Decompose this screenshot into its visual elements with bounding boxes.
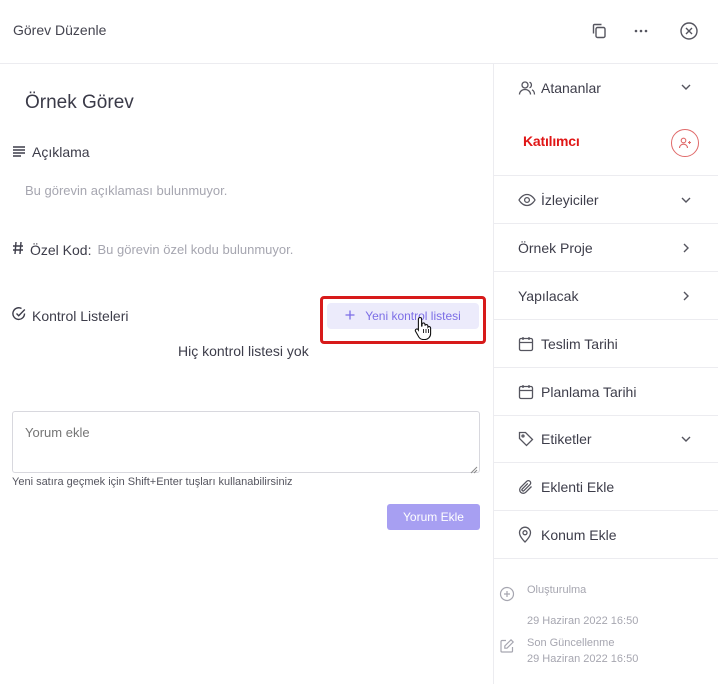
assignees-section: Atananlar [494,64,718,176]
chevron-down-icon [680,194,692,206]
chevron-right-icon [680,242,692,254]
comment-input[interactable] [12,411,480,473]
description-section: Açıklama [12,144,90,160]
attachment-row[interactable]: Eklenti Ekle [494,463,718,511]
plus-circle-icon [499,586,515,607]
close-icon[interactable] [678,20,700,42]
text-align-icon [12,144,26,160]
location-row[interactable]: Konum Ekle [494,511,718,559]
empty-checklist-text: Hiç kontrol listesi yok [178,343,309,359]
calendar-icon [518,336,534,352]
task-title[interactable]: Örnek Görev [25,92,134,114]
description-placeholder[interactable]: Bu görevin açıklaması bulunmuyor. [25,183,227,198]
project-row[interactable]: Örnek Proje [494,224,718,272]
add-checklist-button[interactable]: Yeni kontrol listesi [327,303,479,329]
add-checklist-label: Yeni kontrol listesi [365,309,461,323]
checklist-section: Kontrol Listeleri [12,307,129,324]
custom-code-row[interactable]: Özel Kod: Bu görevin özel kodu bulunmuyo… [12,241,293,258]
check-circle-icon [12,307,26,324]
hand-cursor-icon [414,316,434,345]
participant-name[interactable]: Katılımcı [523,133,580,149]
tag-icon [518,431,534,447]
attachment-label: Eklenti Ekle [541,478,615,495]
plan-date-label: Planlama Tarihi [541,383,637,400]
edit-icon [499,638,515,659]
watchers-label: İzleyiciler [541,191,599,208]
created-date: 29 Haziran 2022 16:50 [527,615,639,627]
chevron-down-icon [680,81,692,93]
status-row[interactable]: Yapılacak [494,272,718,320]
copy-icon[interactable] [588,20,610,42]
assignees-header[interactable]: Atananlar [494,64,718,112]
location-label: Konum Ekle [541,526,617,543]
tags-row[interactable]: Etiketler [494,416,718,463]
hash-icon [12,241,24,258]
custom-code-placeholder: Bu görevin özel kodu bulunmuyor. [97,242,294,257]
project-label: Örnek Proje [518,239,593,256]
tags-label: Etiketler [541,431,592,447]
more-icon[interactable] [630,20,652,42]
resize-handle-icon[interactable] [468,461,478,479]
checklist-label: Kontrol Listeleri [32,307,129,324]
eye-icon [518,193,536,207]
comment-hint: Yeni satıra geçmek için Shift+Enter tuşl… [12,476,293,488]
paperclip-icon [518,479,534,495]
modal-title: Görev Düzenle [13,22,107,38]
modal-header: Görev Düzenle [0,0,718,64]
plus-icon [345,309,355,323]
due-date-label: Teslim Tarihi [541,335,618,352]
add-comment-button[interactable]: Yorum Ekle [387,504,480,530]
calendar-icon [518,384,534,400]
updated-date: 29 Haziran 2022 16:50 [527,653,639,665]
description-label: Açıklama [32,144,90,160]
status-label: Yapılacak [518,287,579,304]
assignees-label: Atananlar [541,80,601,96]
chevron-right-icon [680,290,692,302]
due-date-row[interactable]: Teslim Tarihi [494,320,718,368]
created-label: Oluşturulma [527,584,587,596]
watchers-row[interactable]: İzleyiciler [494,176,718,224]
chevron-down-icon [680,433,692,445]
location-pin-icon [518,526,532,543]
updated-label: Son Güncellenme [527,637,615,649]
users-icon [518,80,536,96]
plan-date-row[interactable]: Planlama Tarihi [494,368,718,416]
add-user-icon[interactable] [671,129,699,157]
custom-code-label: Özel Kod: [30,241,92,258]
